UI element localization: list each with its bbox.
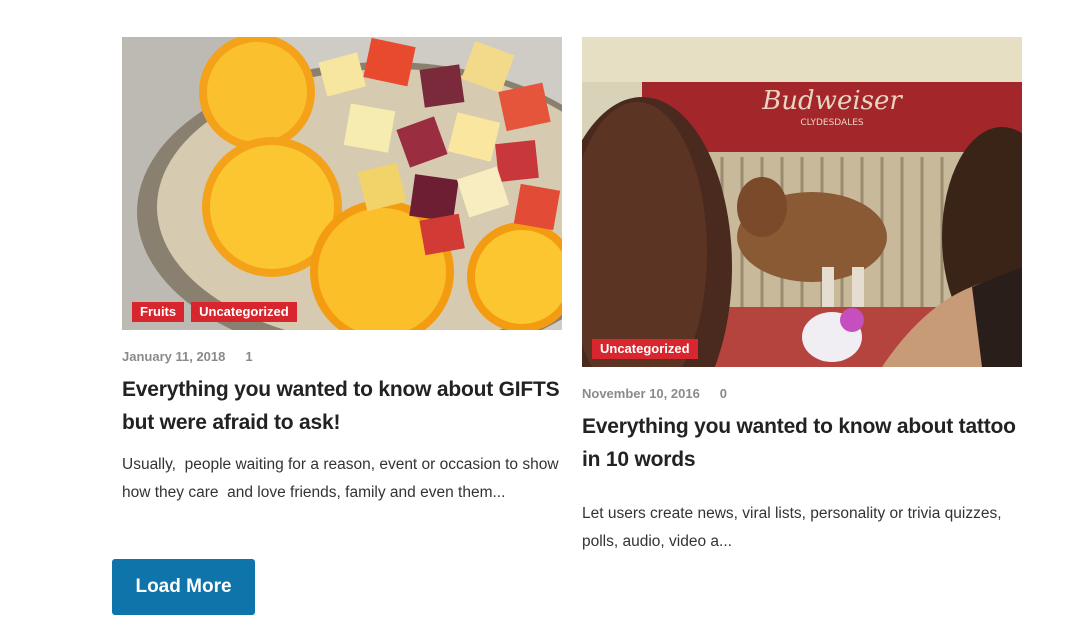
post-date: January 11, 2018 [122, 349, 226, 364]
comment-count[interactable]: 0 [720, 386, 727, 401]
post-categories: Fruits Uncategorized [132, 302, 297, 322]
blog-post-grid: Fruits Uncategorized January 11, 2018 1 … [0, 0, 1081, 642]
post-title[interactable]: Everything you wanted to know about tatt… [582, 410, 1022, 476]
category-badge-uncategorized[interactable]: Uncategorized [592, 339, 698, 359]
post-thumbnail[interactable]: Budweiser CLYDESDALES Uncategorized [582, 37, 1022, 367]
sign-clydesdales-text: CLYDESDALES [800, 118, 864, 128]
post-card: Fruits Uncategorized January 11, 2018 1 … [122, 37, 562, 507]
post-excerpt: Let users create news, viral lists, pers… [582, 505, 1006, 550]
category-badge-fruits[interactable]: Fruits [132, 302, 185, 322]
post-date: November 10, 2016 [582, 386, 700, 401]
sign-budweiser-text: Budweiser [761, 86, 903, 116]
post-thumbnail[interactable]: Fruits Uncategorized [122, 37, 562, 330]
comment-count[interactable]: 1 [245, 349, 252, 364]
post-title[interactable]: Everything you wanted to know about GIFT… [122, 373, 562, 439]
post-meta: November 10, 2016 0 [582, 386, 1022, 401]
clydesdale-stable-image: Budweiser CLYDESDALES [582, 37, 1022, 367]
post-card: Budweiser CLYDESDALES Uncategorized Nove… [582, 37, 1022, 556]
load-more-button[interactable]: Load More [112, 559, 255, 615]
post-meta: January 11, 2018 1 [122, 349, 562, 364]
post-categories: Uncategorized [592, 339, 698, 359]
post-excerpt: Usually, people waiting for a reason, ev… [122, 456, 563, 501]
category-badge-uncategorized[interactable]: Uncategorized [191, 302, 297, 322]
fruit-salad-image [122, 37, 562, 330]
